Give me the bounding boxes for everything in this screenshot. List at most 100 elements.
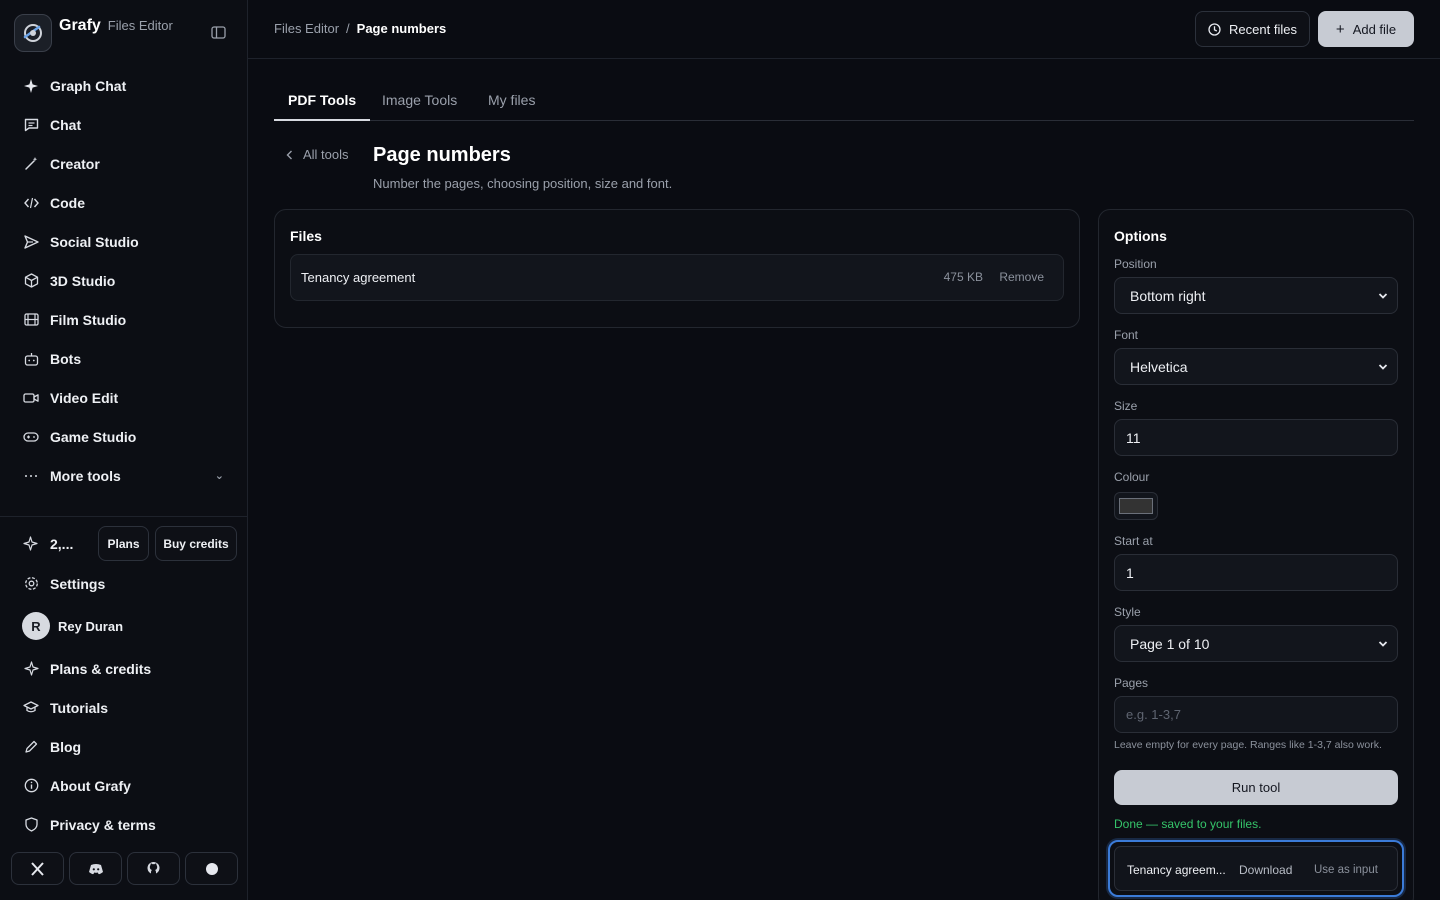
- sidebar-item-blog[interactable]: Blog: [0, 727, 247, 766]
- sidebar-item-game-studio[interactable]: Game Studio: [0, 417, 247, 456]
- shield-icon: [23, 817, 39, 833]
- sidebar-item-settings[interactable]: Settings: [0, 564, 247, 603]
- sidebar: Grafy Files Editor Graph Chat Chat Creat…: [0, 0, 248, 900]
- sparkle-outline-icon: [23, 535, 39, 552]
- use-as-input-button[interactable]: Use as input: [1314, 864, 1378, 876]
- user-profile[interactable]: R Rey Duran: [0, 603, 247, 649]
- all-tools-link[interactable]: All tools: [286, 147, 349, 162]
- topbar: Files Editor / Page numbers Recent files…: [248, 0, 1440, 59]
- sidebar-divider: [0, 516, 247, 517]
- sidebar-item-label: Film Studio: [50, 311, 127, 328]
- grafy-logo-icon: [14, 14, 52, 52]
- style-select[interactable]: Page 1 of 10: [1114, 625, 1398, 662]
- position-select[interactable]: Bottom right: [1114, 277, 1398, 314]
- sidebar-item-label: Tutorials: [50, 699, 109, 716]
- sidebar-item-more-tools[interactable]: More tools ⌄: [0, 456, 247, 495]
- remove-file-button[interactable]: Remove: [999, 270, 1044, 284]
- sidebar-item-label: Graph Chat: [50, 77, 127, 94]
- buy-credits-button[interactable]: Buy credits: [155, 526, 237, 561]
- sidebar-item-label: More tools: [50, 467, 121, 484]
- tab-my-files[interactable]: My files: [488, 80, 535, 120]
- chevron-down-icon: [1378, 364, 1388, 370]
- info-icon: [23, 778, 39, 794]
- sidebar-collapse-icon[interactable]: [211, 26, 226, 39]
- social-links: [11, 852, 238, 885]
- sidebar-item-film-studio[interactable]: Film Studio: [0, 300, 247, 339]
- brand[interactable]: Grafy Files Editor: [14, 14, 173, 52]
- file-row: Tenancy agreement 475 KB Remove: [290, 254, 1064, 301]
- files-panel: Files Tenancy agreement 475 KB Remove: [274, 209, 1080, 328]
- status-message: Done — saved to your files.: [1114, 817, 1262, 831]
- sidebar-item-bots[interactable]: Bots: [0, 339, 247, 378]
- sidebar-nav: Graph Chat Chat Creator Code Social Stud…: [0, 66, 247, 495]
- chevron-down-icon[interactable]: ⌄: [215, 469, 224, 482]
- pen-icon: [23, 739, 39, 755]
- sidebar-item-privacy[interactable]: Privacy & terms: [0, 805, 247, 844]
- sidebar-item-label: Privacy & terms: [50, 816, 156, 833]
- circle-icon[interactable]: [185, 852, 238, 885]
- files-title: Files: [290, 228, 322, 244]
- sidebar-item-chat[interactable]: Chat: [0, 105, 247, 144]
- pages-input[interactable]: e.g. 1-3,7: [1114, 696, 1398, 733]
- chevron-down-icon: [1378, 641, 1388, 647]
- sidebar-item-label: 3D Studio: [50, 272, 116, 289]
- sidebar-item-video-edit[interactable]: Video Edit: [0, 378, 247, 417]
- sidebar-item-about[interactable]: About Grafy: [0, 766, 247, 805]
- style-label: Style: [1114, 605, 1141, 619]
- recent-files-label: Recent files: [1229, 21, 1297, 37]
- tab-pdf-tools[interactable]: PDF Tools: [274, 80, 371, 121]
- gear-icon: [23, 576, 39, 592]
- credits-row: 2,... Plans Buy credits: [23, 526, 237, 561]
- plans-button[interactable]: Plans: [98, 526, 149, 561]
- sidebar-item-label: Code: [50, 194, 85, 211]
- x-icon[interactable]: [11, 852, 64, 885]
- sidebar-item-tutorials[interactable]: Tutorials: [0, 688, 247, 727]
- cube-icon: [23, 273, 39, 289]
- download-button[interactable]: Download: [1239, 863, 1292, 877]
- sidebar-item-label: Blog: [50, 738, 82, 755]
- breadcrumb-parent[interactable]: Files Editor: [274, 21, 339, 36]
- colour-label: Colour: [1114, 470, 1150, 484]
- add-file-label: Add file: [1352, 21, 1397, 37]
- chevron-down-icon: [1378, 293, 1388, 299]
- style-value: Page 1 of 10: [1130, 635, 1210, 652]
- breadcrumb-current: Page numbers: [356, 21, 447, 36]
- send-icon: [23, 234, 39, 250]
- sidebar-item-graph-chat[interactable]: Graph Chat: [0, 66, 247, 105]
- file-size: 475 KB: [943, 270, 983, 284]
- sidebar-item-social-studio[interactable]: Social Studio: [0, 222, 247, 261]
- avatar: R: [22, 612, 50, 640]
- size-input[interactable]: 11: [1114, 419, 1398, 456]
- result-file-name: Tenancy agreem...: [1127, 863, 1226, 877]
- sidebar-item-3d-studio[interactable]: 3D Studio: [0, 261, 247, 300]
- sidebar-item-label: Settings: [50, 575, 106, 592]
- sparkle-icon: [23, 661, 39, 677]
- user-name: Rey Duran: [58, 618, 124, 634]
- tool-tabs: PDF Tools Image Tools My files: [274, 80, 1414, 121]
- colour-picker[interactable]: [1114, 492, 1158, 520]
- recent-files-button[interactable]: Recent files: [1195, 11, 1310, 47]
- tab-image-tools[interactable]: Image Tools: [382, 80, 457, 120]
- sidebar-item-creator[interactable]: Creator: [0, 144, 247, 183]
- brand-name: Grafy: [59, 17, 101, 34]
- run-tool-button[interactable]: Run tool: [1114, 770, 1398, 805]
- chat-bubble-icon: [23, 117, 39, 133]
- github-icon[interactable]: [127, 852, 180, 885]
- brand-subtitle: Files Editor: [107, 18, 173, 33]
- file-name: Tenancy agreement: [301, 270, 416, 285]
- code-icon: [23, 195, 39, 211]
- font-select[interactable]: Helvetica: [1114, 348, 1398, 385]
- sidebar-item-code[interactable]: Code: [0, 183, 247, 222]
- discord-icon[interactable]: [69, 852, 122, 885]
- breadcrumb-separator: /: [346, 21, 350, 36]
- start-at-input[interactable]: 1: [1114, 554, 1398, 591]
- sidebar-item-label: Social Studio: [50, 233, 139, 250]
- pages-label: Pages: [1114, 676, 1149, 690]
- result-file: Tenancy agreem... Download Use as input: [1108, 840, 1404, 897]
- page-description: Number the pages, choosing position, siz…: [373, 176, 673, 191]
- sidebar-item-plans-credits[interactable]: Plans & credits: [0, 649, 247, 688]
- sidebar-item-label: Plans & credits: [50, 660, 152, 677]
- add-file-button[interactable]: + Add file: [1318, 11, 1414, 47]
- start-at-label: Start at: [1114, 534, 1153, 548]
- sidebar-item-label: Creator: [50, 155, 100, 172]
